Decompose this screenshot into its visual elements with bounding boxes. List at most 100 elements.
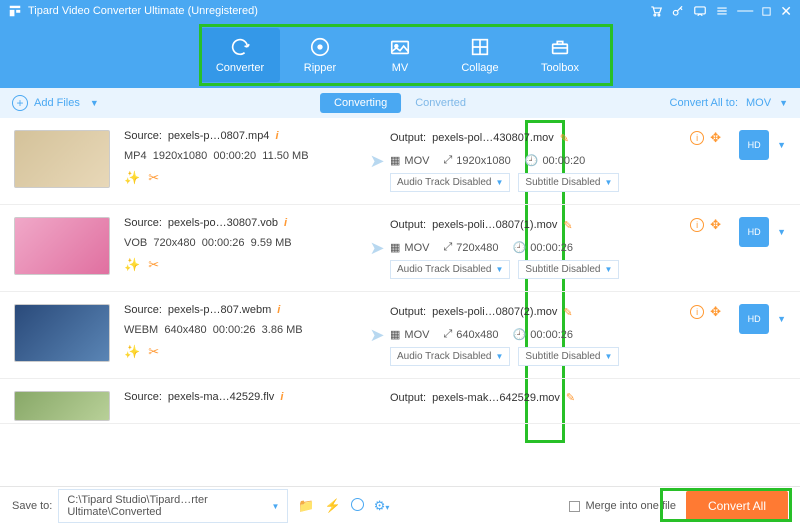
nav-toolbox-label: Toolbox xyxy=(541,62,579,74)
checkbox-icon xyxy=(569,501,580,512)
source-filename: pexels-po…30807.vob xyxy=(168,217,278,229)
feedback-icon[interactable] xyxy=(693,4,707,18)
nav-ripper[interactable]: Ripper xyxy=(280,28,360,82)
thumbnail[interactable] xyxy=(14,391,110,421)
tab-converted[interactable]: Converted xyxy=(401,93,480,113)
audio-track-select[interactable]: Audio Track Disabled▼ xyxy=(390,347,510,366)
collage-icon xyxy=(469,36,491,58)
save-path-value: C:\Tipard Studio\Tipard…rter Ultimate\Co… xyxy=(67,494,271,518)
source-dur: 00:00:20 xyxy=(213,150,256,162)
info-icon[interactable]: i xyxy=(277,304,280,316)
file-list: Source: pexels-p…0807.mp4 i MP4 1920x108… xyxy=(0,118,800,486)
move-icon[interactable]: ✥ xyxy=(710,217,721,233)
move-icon[interactable]: ✥ xyxy=(710,304,721,320)
converter-icon xyxy=(229,36,251,58)
output-filename: pexels-pol…430807.mov xyxy=(432,132,554,144)
main-navbar: Converter Ripper MV Collage Toolbox xyxy=(0,22,800,88)
out-dur: 🕘 00:00:20 xyxy=(525,154,586,167)
nav-converter[interactable]: Converter xyxy=(200,28,280,82)
merge-label: Merge into one file xyxy=(585,500,676,512)
rename-icon[interactable]: ✎ xyxy=(560,132,569,145)
mv-icon xyxy=(389,36,411,58)
nav-collage-label: Collage xyxy=(461,62,498,74)
file-row: Source: pexels-ma…42529.flv i Output: pe… xyxy=(0,379,800,424)
output-info-icon[interactable]: i xyxy=(690,305,704,319)
source-filename: pexels-p…0807.mp4 xyxy=(168,130,270,142)
thumbnail[interactable] xyxy=(14,304,110,362)
output-label: Output: xyxy=(390,132,426,144)
audio-track-select[interactable]: Audio Track Disabled▼ xyxy=(390,173,510,192)
cart-icon[interactable] xyxy=(649,4,663,18)
gpu-icon[interactable] xyxy=(351,498,364,514)
move-icon[interactable]: ✥ xyxy=(710,130,721,146)
convert-all-button[interactable]: Convert All xyxy=(686,491,788,521)
settings-icon[interactable]: ⚙▾ xyxy=(374,498,390,514)
subtitle-select[interactable]: Subtitle Disabled▼ xyxy=(518,260,619,279)
merge-checkbox[interactable]: Merge into one file xyxy=(569,500,676,512)
arrow-icon: ➤ xyxy=(364,238,390,259)
info-icon[interactable]: i xyxy=(284,217,287,229)
chevron-down-icon: ▼ xyxy=(779,98,788,108)
chevron-down-icon: ▼ xyxy=(90,98,99,108)
window-controls: — ✕ xyxy=(649,3,792,20)
nav-converter-label: Converter xyxy=(216,62,264,74)
nav-ripper-label: Ripper xyxy=(304,62,336,74)
rename-icon[interactable]: ✎ xyxy=(566,391,575,404)
nav-toolbox[interactable]: Toolbox xyxy=(520,28,600,82)
output-filename: pexels-poli…0807(2).mov xyxy=(432,306,557,318)
subtitle-select[interactable]: Subtitle Disabled▼ xyxy=(518,347,619,366)
save-to-label: Save to: xyxy=(12,500,52,512)
output-profile-button[interactable]: HD xyxy=(739,130,769,160)
cut-icon[interactable]: ✂ xyxy=(148,170,159,186)
chevron-down-icon: ▼ xyxy=(271,502,279,511)
nav-mv[interactable]: MV xyxy=(360,28,440,82)
menu-icon[interactable] xyxy=(715,4,729,18)
file-row: Source: pexels-p…807.webm i WEBM 640x480… xyxy=(0,292,800,379)
tab-converting[interactable]: Converting xyxy=(320,93,401,113)
convert-all-to-dropdown[interactable]: Convert All to: MOV ▼ xyxy=(670,97,788,109)
audio-track-select[interactable]: Audio Track Disabled▼ xyxy=(390,260,510,279)
source-filename: pexels-ma…42529.flv xyxy=(168,391,274,403)
speed-icon[interactable]: ⚡ xyxy=(325,498,341,514)
cut-icon[interactable]: ✂ xyxy=(148,344,159,360)
nav-collage[interactable]: Collage xyxy=(440,28,520,82)
cut-icon[interactable]: ✂ xyxy=(148,257,159,273)
edit-icon[interactable]: ✨ xyxy=(124,170,140,186)
nav-mv-label: MV xyxy=(392,62,409,74)
source-size: 11.50 MB xyxy=(262,150,308,162)
conversion-tabs: Converting Converted xyxy=(320,93,480,113)
save-path-dropdown[interactable]: C:\Tipard Studio\Tipard…rter Ultimate\Co… xyxy=(58,489,288,523)
open-folder-icon[interactable]: 📁 xyxy=(298,498,314,514)
output-info-icon[interactable]: i xyxy=(690,218,704,232)
output-profile-button[interactable]: HD xyxy=(739,304,769,334)
app-logo-icon xyxy=(8,4,22,18)
edit-icon[interactable]: ✨ xyxy=(124,257,140,273)
thumbnail[interactable] xyxy=(14,130,110,188)
maximize-button[interactable] xyxy=(761,6,772,17)
add-files-label: Add Files xyxy=(34,97,80,109)
rename-icon[interactable]: ✎ xyxy=(563,219,572,232)
output-profile-button[interactable]: HD xyxy=(739,217,769,247)
titlebar: Tipard Video Converter Ultimate (Unregis… xyxy=(0,0,800,22)
arrow-icon: ➤ xyxy=(364,151,390,172)
source-container: MP4 xyxy=(124,150,147,162)
rename-icon[interactable]: ✎ xyxy=(563,306,572,319)
profile-chevron-icon[interactable]: ▼ xyxy=(777,314,786,324)
plus-icon: + xyxy=(12,95,28,111)
file-row: Source: pexels-p…0807.mp4 i MP4 1920x108… xyxy=(0,118,800,205)
info-icon[interactable]: i xyxy=(280,391,283,403)
key-icon[interactable] xyxy=(671,4,685,18)
thumbnail[interactable] xyxy=(14,217,110,275)
close-button[interactable]: ✕ xyxy=(780,3,792,20)
out-container: ▦ MOV xyxy=(390,154,429,167)
file-row: Source: pexels-po…30807.vob i VOB 720x48… xyxy=(0,205,800,292)
source-res: 1920x1080 xyxy=(153,150,207,162)
subtitle-select[interactable]: Subtitle Disabled▼ xyxy=(518,173,619,192)
info-icon[interactable]: i xyxy=(275,130,278,142)
output-info-icon[interactable]: i xyxy=(690,131,704,145)
profile-chevron-icon[interactable]: ▼ xyxy=(777,140,786,150)
profile-chevron-icon[interactable]: ▼ xyxy=(777,227,786,237)
edit-icon[interactable]: ✨ xyxy=(124,344,140,360)
window-title: Tipard Video Converter Ultimate (Unregis… xyxy=(28,5,649,17)
add-files-button[interactable]: + Add Files ▼ xyxy=(12,95,99,111)
